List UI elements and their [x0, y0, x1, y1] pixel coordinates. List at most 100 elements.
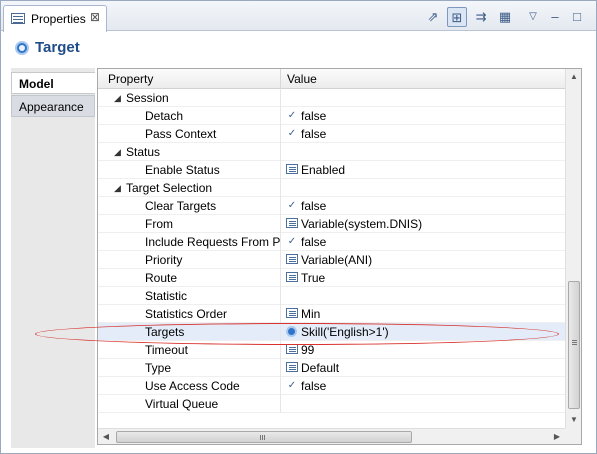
tab-appearance[interactable]: Appearance — [11, 95, 95, 117]
property-table: Property Value ◢ Session Detach ✓ false Pass … — [97, 68, 582, 445]
table-row[interactable]: Enable Status Enabled — [98, 161, 565, 179]
property-cell: ◢ Target Selection — [98, 179, 281, 197]
list-icon — [286, 308, 298, 318]
value-cell[interactable]: True — [281, 269, 565, 287]
property-label: Session — [126, 91, 169, 105]
maximize-icon[interactable]: □ — [567, 7, 587, 27]
view-toolbar: ⇗ ⊞ ⇉ ▦ ▽ – □ — [423, 7, 593, 27]
property-cell: Statistics Order — [98, 305, 281, 323]
value-cell[interactable]: Enabled — [281, 161, 565, 179]
value-cell[interactable] — [281, 89, 565, 107]
value-cell[interactable] — [281, 143, 565, 161]
property-cell: ◢ Session — [98, 89, 281, 107]
scroll-left-icon[interactable]: ◀ — [98, 429, 114, 445]
property-cell: Statistic — [98, 287, 281, 305]
list-icon — [286, 254, 298, 264]
vertical-scrollbar[interactable]: ▲ ▼ — [565, 69, 581, 428]
list-icon — [286, 272, 298, 282]
property-value: Default — [301, 361, 340, 375]
table-row[interactable]: Route True — [98, 269, 565, 287]
value-cell[interactable]: Variable(ANI) — [281, 251, 565, 269]
minimize-icon[interactable]: – — [545, 7, 565, 27]
table-row[interactable]: Use Access Code ✓ false — [98, 377, 565, 395]
property-label: Pass Context — [145, 127, 217, 141]
property-label: Target Selection — [126, 181, 213, 195]
horizontal-scroll-thumb[interactable] — [116, 431, 412, 443]
property-cell: Priority — [98, 251, 281, 269]
column-header-property[interactable]: Property — [98, 69, 281, 89]
table-row[interactable]: ◢ Target Selection — [98, 179, 565, 197]
property-cell: Clear Targets — [98, 197, 281, 215]
property-cell: Virtual Queue — [98, 395, 281, 413]
table-row[interactable]: Clear Targets ✓ false — [98, 197, 565, 215]
property-value: Enabled — [301, 163, 346, 177]
property-label: Include Requests From Pr — [145, 235, 281, 249]
table-row[interactable]: Timeout 99 — [98, 341, 565, 359]
table-row[interactable]: ◢ Status — [98, 143, 565, 161]
horizontal-scrollbar[interactable]: ◀ ▶ — [98, 428, 565, 444]
table-row[interactable]: Detach ✓ false — [98, 107, 565, 125]
value-cell[interactable] — [281, 179, 565, 197]
collapse-icon[interactable]: ◢ — [114, 143, 124, 161]
filter-icon[interactable]: ⇉ — [471, 7, 491, 27]
value-cell[interactable]: Min — [281, 305, 565, 323]
properties-icon — [11, 13, 25, 24]
tab-model[interactable]: Model — [11, 72, 95, 94]
value-cell[interactable]: 99 — [281, 341, 565, 359]
collapse-icon[interactable]: ◢ — [114, 89, 124, 107]
table-row[interactable]: Include Requests From Pr ✓ false — [98, 233, 565, 251]
table-row[interactable]: Pass Context ✓ false — [98, 125, 565, 143]
property-label: Statistics Order — [145, 307, 228, 321]
value-cell[interactable]: ✓ false — [281, 197, 565, 215]
property-label: Route — [145, 271, 178, 285]
boolean-icon: ✓ — [287, 110, 297, 121]
table-body: ◢ Session Detach ✓ false Pass Context ✓ false ◢ S… — [98, 89, 565, 428]
scroll-up-icon[interactable]: ▲ — [566, 69, 582, 85]
close-icon[interactable]: ⊠ — [90, 10, 100, 24]
properties-tab[interactable]: Properties ⊠ — [3, 5, 107, 32]
property-section-tabs: Model Appearance — [11, 68, 95, 448]
list-icon — [286, 164, 298, 174]
value-cell[interactable]: Skill('English>1') — [281, 323, 565, 341]
column-header-value[interactable]: Value — [281, 69, 565, 89]
value-cell[interactable]: Default — [281, 359, 565, 377]
table-row[interactable]: Targets Skill('English>1') — [98, 323, 565, 341]
property-cell: Enable Status — [98, 161, 281, 179]
pin-icon[interactable]: ⇗ — [423, 7, 443, 27]
list-icon — [286, 362, 298, 372]
view-tab-bar: Properties ⊠ ⇗ ⊞ ⇉ ▦ ▽ – □ — [1, 1, 596, 32]
table-row[interactable]: Priority Variable(ANI) — [98, 251, 565, 269]
scroll-right-icon[interactable]: ▶ — [549, 429, 565, 445]
target-icon — [15, 41, 29, 55]
property-value: false — [301, 109, 327, 123]
property-label: Detach — [145, 109, 184, 123]
table-row[interactable]: Statistic — [98, 287, 565, 305]
property-label: Virtual Queue — [145, 397, 219, 411]
value-cell[interactable] — [281, 395, 565, 413]
grip-icon — [260, 435, 261, 440]
property-cell: From — [98, 215, 281, 233]
value-cell[interactable]: ✓ false — [281, 377, 565, 395]
page-title: Target — [35, 39, 80, 56]
property-cell: ◢ Status — [98, 143, 281, 161]
vertical-scroll-thumb[interactable] — [568, 281, 580, 409]
value-cell[interactable]: Variable(system.DNIS) — [281, 215, 565, 233]
table-row[interactable]: Statistics Order Min — [98, 305, 565, 323]
collapse-icon[interactable]: ◢ — [114, 179, 124, 197]
tab-title: Properties — [31, 12, 86, 26]
property-cell: Detach — [98, 107, 281, 125]
table-row[interactable]: ◢ Session — [98, 89, 565, 107]
tree-view-icon[interactable]: ⊞ — [447, 7, 467, 27]
view-menu-icon[interactable]: ▽ — [523, 7, 543, 27]
value-cell[interactable] — [281, 287, 565, 305]
value-cell[interactable]: ✓ false — [281, 125, 565, 143]
advanced-icon[interactable]: ▦ — [495, 7, 515, 27]
scroll-down-icon[interactable]: ▼ — [566, 412, 582, 428]
table-row[interactable]: Virtual Queue — [98, 395, 565, 413]
value-cell[interactable]: ✓ false — [281, 233, 565, 251]
table-row[interactable]: From Variable(system.DNIS) — [98, 215, 565, 233]
table-row[interactable]: Type Default — [98, 359, 565, 377]
property-label: Statistic — [145, 289, 188, 303]
value-cell[interactable]: ✓ false — [281, 107, 565, 125]
properties-view: Properties ⊠ ⇗ ⊞ ⇉ ▦ ▽ – □ Target Model … — [0, 0, 597, 454]
